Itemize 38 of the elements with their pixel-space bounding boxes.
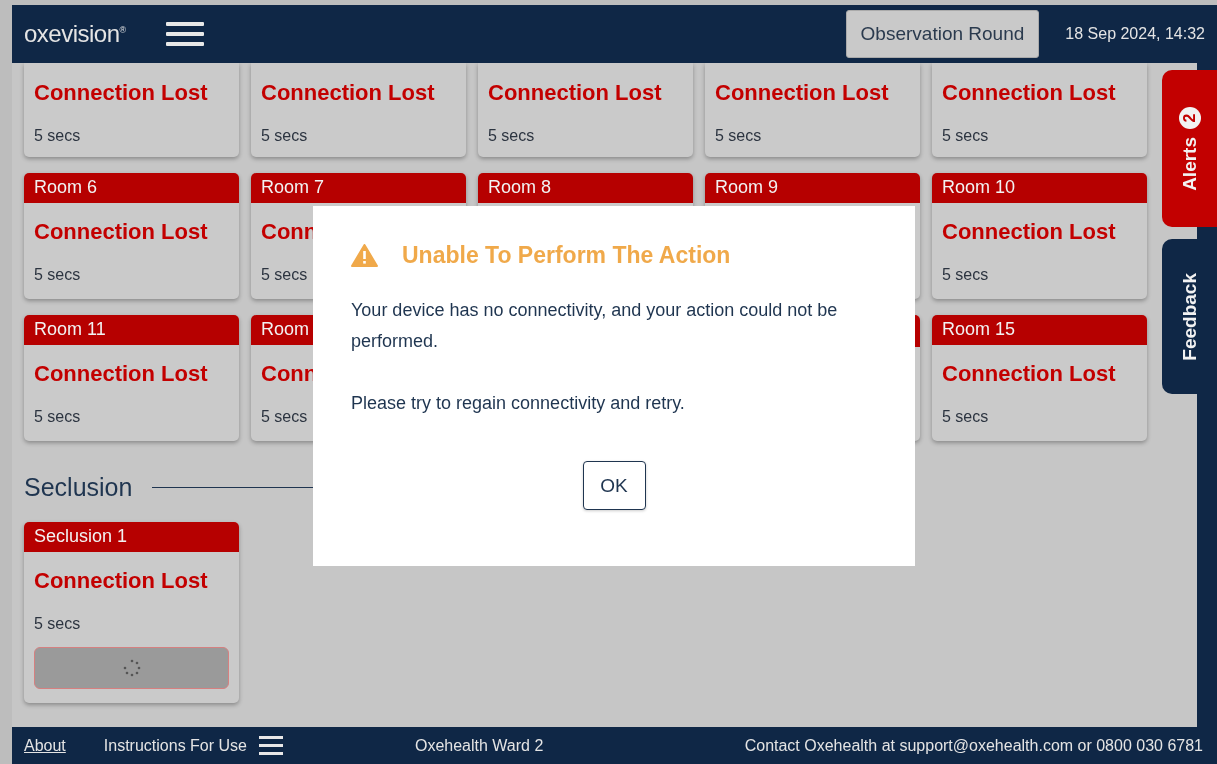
logo: oxevision$^{®}$: [24, 20, 126, 48]
time-text: 5 secs: [34, 127, 81, 145]
status-text: Connection Lost: [714, 79, 890, 106]
room-label: Room 9: [705, 173, 920, 203]
room-label: Room 7: [251, 173, 466, 203]
time-text: 5 secs: [261, 408, 308, 426]
time-text: 5 secs: [942, 266, 989, 284]
room-label: Seclusion 1: [24, 522, 239, 552]
time-text: 5 secs: [261, 266, 308, 284]
time-text: 5 secs: [942, 127, 989, 145]
room-label: Room 8: [478, 173, 693, 203]
dialog-message: Please try to regain connectivity and retry.: [351, 392, 686, 415]
status-text: Connection Lost: [941, 360, 1117, 387]
section-title: Seclusion: [24, 473, 133, 502]
status-text: Connection Lost: [33, 79, 209, 106]
time-text: 5 secs: [942, 408, 989, 426]
time-text: 5 secs: [34, 266, 81, 284]
room-label: Room 6: [24, 173, 239, 203]
dialog-title: Unable To Perform The Action: [402, 242, 731, 269]
contact-text: Contact Oxehealth at support@oxehealth.com or 0800 030 6781: [744, 736, 1203, 755]
time-text: 5 secs: [261, 127, 308, 145]
status-text: Connection Lost: [941, 218, 1117, 245]
status-text: Connection Lost: [33, 567, 209, 594]
room-label: Room 11: [24, 315, 239, 345]
status-text: Connection Lost: [260, 79, 436, 106]
date-time: 18 Sep 2024, 14:32: [1065, 25, 1205, 43]
status-text: Connection Lost: [941, 79, 1117, 106]
status-text: Connection Lost: [33, 360, 209, 387]
status-text: Connection Lost: [33, 218, 209, 245]
ward-name: Oxehealth Ward 2: [414, 736, 544, 755]
time-text: 5 secs: [715, 127, 762, 145]
room-label: Room 15: [932, 315, 1147, 345]
room-label: Room 10: [932, 173, 1147, 203]
time-text: 5 secs: [488, 127, 535, 145]
time-text: 5 secs: [34, 408, 81, 426]
status-text: Connection Lost: [487, 79, 663, 106]
time-text: 5 secs: [34, 615, 81, 633]
alert-count-badge: 2: [1178, 106, 1201, 129]
